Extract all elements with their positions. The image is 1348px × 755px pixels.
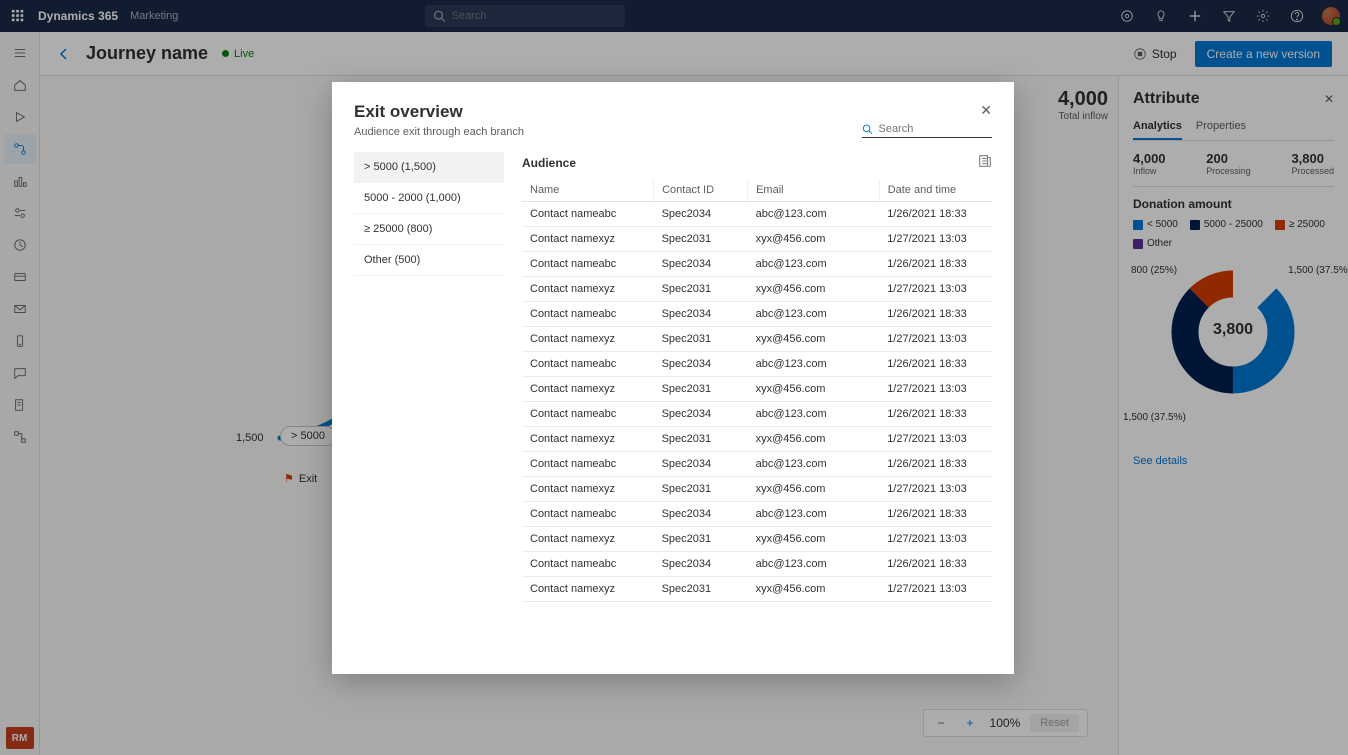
table-row[interactable]: Contact namexyzSpec2031xyx@456.com1/27/2… — [522, 527, 992, 552]
table-cell: Spec2034 — [654, 502, 748, 527]
table-row[interactable]: Contact namexyzSpec2031xyx@456.com1/27/2… — [522, 577, 992, 602]
branch-item[interactable]: Other (500) — [354, 245, 504, 276]
table-cell: Contact nameabc — [522, 252, 654, 277]
table-row[interactable]: Contact nameabcSpec2034abc@123.com1/26/2… — [522, 202, 992, 227]
table-cell: Contact nameabc — [522, 352, 654, 377]
table-cell: 1/26/2021 18:33 — [879, 502, 992, 527]
table-cell: Spec2031 — [654, 327, 748, 352]
export-icon[interactable] — [978, 154, 992, 171]
table-cell: Spec2031 — [654, 377, 748, 402]
table-cell: xyx@456.com — [748, 377, 880, 402]
table-cell: Contact nameabc — [522, 402, 654, 427]
table-cell: Spec2031 — [654, 527, 748, 552]
table-cell: Contact nameabc — [522, 202, 654, 227]
table-cell: xyx@456.com — [748, 427, 880, 452]
table-cell: Contact nameabc — [522, 302, 654, 327]
table-cell: Spec2034 — [654, 552, 748, 577]
table-cell: Contact namexyz — [522, 277, 654, 302]
table-row[interactable]: Contact namexyzSpec2031xyx@456.com1/27/2… — [522, 377, 992, 402]
table-header[interactable]: Email — [748, 179, 880, 202]
table-cell: 1/26/2021 18:33 — [879, 252, 992, 277]
modal-title: Exit overview — [354, 102, 524, 122]
table-cell: 1/26/2021 18:33 — [879, 552, 992, 577]
table-row[interactable]: Contact namexyzSpec2031xyx@456.com1/27/2… — [522, 277, 992, 302]
table-cell: Contact namexyz — [522, 477, 654, 502]
branch-list: > 5000 (1,500)5000 - 2000 (1,000)≥ 25000… — [354, 152, 504, 660]
table-cell: xyx@456.com — [748, 577, 880, 602]
table-cell: 1/27/2021 13:03 — [879, 477, 992, 502]
table-cell: xyx@456.com — [748, 277, 880, 302]
table-cell: abc@123.com — [748, 352, 880, 377]
table-cell: xyx@456.com — [748, 227, 880, 252]
table-row[interactable]: Contact nameabcSpec2034abc@123.com1/26/2… — [522, 252, 992, 277]
table-cell: xyx@456.com — [748, 477, 880, 502]
table-cell: Spec2031 — [654, 577, 748, 602]
table-row[interactable]: Contact nameabcSpec2034abc@123.com1/26/2… — [522, 452, 992, 477]
table-cell: abc@123.com — [748, 252, 880, 277]
table-cell: 1/27/2021 13:03 — [879, 327, 992, 352]
table-cell: 1/27/2021 13:03 — [879, 377, 992, 402]
table-row[interactable]: Contact namexyzSpec2031xyx@456.com1/27/2… — [522, 427, 992, 452]
table-cell: Spec2034 — [654, 302, 748, 327]
table-cell: 1/27/2021 13:03 — [879, 227, 992, 252]
table-cell: Spec2031 — [654, 227, 748, 252]
table-cell: abc@123.com — [748, 452, 880, 477]
branch-item[interactable]: > 5000 (1,500) — [354, 152, 504, 183]
audience-heading: Audience — [522, 156, 576, 170]
table-cell: Spec2034 — [654, 352, 748, 377]
table-row[interactable]: Contact nameabcSpec2034abc@123.com1/26/2… — [522, 302, 992, 327]
table-row[interactable]: Contact nameabcSpec2034abc@123.com1/26/2… — [522, 402, 992, 427]
table-cell: Contact namexyz — [522, 427, 654, 452]
modal-close-icon[interactable]: ✕ — [980, 102, 992, 119]
table-cell: 1/27/2021 13:03 — [879, 527, 992, 552]
table-cell: Spec2034 — [654, 252, 748, 277]
table-cell: 1/27/2021 13:03 — [879, 577, 992, 602]
table-row[interactable]: Contact namexyzSpec2031xyx@456.com1/27/2… — [522, 477, 992, 502]
table-cell: abc@123.com — [748, 402, 880, 427]
table-cell: Contact namexyz — [522, 227, 654, 252]
table-cell: abc@123.com — [748, 552, 880, 577]
table-cell: xyx@456.com — [748, 327, 880, 352]
table-cell: Contact nameabc — [522, 552, 654, 577]
table-cell: Spec2034 — [654, 202, 748, 227]
table-header[interactable]: Contact ID — [654, 179, 748, 202]
table-cell: abc@123.com — [748, 202, 880, 227]
table-cell: Contact namexyz — [522, 377, 654, 402]
table-cell: 1/26/2021 18:33 — [879, 302, 992, 327]
modal-subtitle: Audience exit through each branch — [354, 126, 524, 138]
table-row[interactable]: Contact nameabcSpec2034abc@123.com1/26/2… — [522, 352, 992, 377]
table-row[interactable]: Contact namexyzSpec2031xyx@456.com1/27/2… — [522, 227, 992, 252]
modal-search-input[interactable] — [878, 123, 992, 135]
table-cell: Spec2031 — [654, 477, 748, 502]
table-cell: Contact namexyz — [522, 327, 654, 352]
modal-search[interactable] — [862, 120, 992, 138]
table-cell: Spec2031 — [654, 427, 748, 452]
table-cell: Spec2034 — [654, 452, 748, 477]
branch-item[interactable]: ≥ 25000 (800) — [354, 214, 504, 245]
table-cell: abc@123.com — [748, 302, 880, 327]
table-row[interactable]: Contact namexyzSpec2031xyx@456.com1/27/2… — [522, 327, 992, 352]
table-cell: 1/26/2021 18:33 — [879, 402, 992, 427]
table-cell: 1/27/2021 13:03 — [879, 277, 992, 302]
table-cell: abc@123.com — [748, 502, 880, 527]
table-cell: Spec2031 — [654, 277, 748, 302]
table-cell: xyx@456.com — [748, 527, 880, 552]
table-cell: Contact nameabc — [522, 502, 654, 527]
table-row[interactable]: Contact nameabcSpec2034abc@123.com1/26/2… — [522, 502, 992, 527]
table-cell: 1/26/2021 18:33 — [879, 202, 992, 227]
branch-item[interactable]: 5000 - 2000 (1,000) — [354, 183, 504, 214]
table-cell: Contact namexyz — [522, 527, 654, 552]
exit-overview-modal: Exit overview Audience exit through each… — [332, 82, 1014, 674]
table-row[interactable]: Contact nameabcSpec2034abc@123.com1/26/2… — [522, 552, 992, 577]
table-cell: 1/26/2021 18:33 — [879, 452, 992, 477]
table-cell: Contact nameabc — [522, 452, 654, 477]
table-header[interactable]: Date and time — [879, 179, 992, 202]
table-cell: Contact namexyz — [522, 577, 654, 602]
table-cell: Spec2034 — [654, 402, 748, 427]
table-cell: 1/27/2021 13:03 — [879, 427, 992, 452]
table-header[interactable]: Name — [522, 179, 654, 202]
table-cell: 1/26/2021 18:33 — [879, 352, 992, 377]
